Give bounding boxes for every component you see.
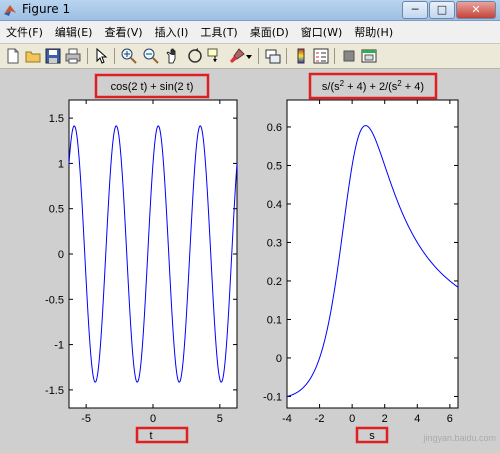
toolbar-separator [87,48,88,64]
y-tick-label: 0.2 [267,276,282,288]
menu-edit[interactable]: 编辑(E) [49,24,99,40]
toolbar-separator [286,48,287,64]
pan-hand-icon[interactable] [164,47,182,65]
axes-left-xlabel: t [149,430,152,442]
zoom-in-icon[interactable] [120,47,138,65]
y-tick-label: 0.1 [267,314,282,326]
menu-bar: 文件(F) 编辑(E) 查看(V) 插入(I) 工具(T) 桌面(D) 窗口(W… [0,21,500,44]
y-tick-label: -1 [54,340,64,352]
title-part: s/(s [322,81,340,93]
axes-left[interactable]: -1.5 -1 -0.5 0 0.5 1 1.5 -5 0 5 cos(2 t) + sin(2… [45,73,238,444]
matlab-logo-icon [4,5,16,16]
menu-help[interactable]: 帮助(H) [348,24,399,40]
maximize-button[interactable]: □ [429,1,455,19]
x-tick-label: 0 [150,413,156,425]
y-tick-label: -1.5 [45,385,64,397]
rotate-3d-icon[interactable] [186,47,204,65]
toolbar-separator [334,48,335,64]
close-button[interactable]: ✕ [456,1,496,19]
x-tick-label: 5 [217,413,223,425]
menu-desktop[interactable]: 桌面(D) [244,24,295,40]
axes-right-title: s/(s2 + 4) + 2/(s2 + 4) [322,79,424,93]
figure-svg: -1.5 -1 -0.5 0 0.5 1 1.5 -5 0 5 cos(2 t) + sin(2… [45,72,496,444]
y-tick-label: 0.4 [267,199,282,211]
window-titlebar: Figure 1 ─ □ ✕ [0,0,500,21]
hide-plot-tools-icon[interactable] [340,47,358,65]
data-cursor-icon[interactable] [206,47,224,65]
toolbar-separator [114,48,115,64]
y-tick-label: 1.5 [49,113,64,125]
axes-right[interactable]: -0.1 0 0.1 0.2 0.3 0.4 0.5 0.6 -4 -2 0 2 4 6 s/(s2 +… [263,72,459,444]
x-tick-label: 2 [382,413,388,425]
highlight-box-left-xlabel [135,426,189,444]
menu-tools[interactable]: 工具(T) [194,24,243,40]
x-tick-label: -5 [81,413,91,425]
y-tick-label: 0 [58,249,64,261]
y-tick-label: -0.1 [263,391,282,403]
title-part: + 4) + 2/(s [344,81,398,93]
x-tick-label: 4 [414,413,420,425]
show-plot-tools-icon[interactable] [360,47,378,65]
x-tick-label: -4 [282,413,292,425]
arrow-pointer-icon[interactable] [92,47,110,65]
figure-toolbar [0,44,500,69]
legend-icon[interactable] [312,47,330,65]
zoom-out-icon[interactable] [142,47,160,65]
menu-insert[interactable]: 插入(I) [149,24,195,40]
toolbar-separator [258,48,259,64]
window-title: Figure 1 [22,2,71,16]
y-tick-label: 0.5 [49,204,64,216]
dropdown-arrow-icon[interactable] [244,47,254,65]
axes-right-box [286,99,459,409]
title-part: + 4) [402,81,424,93]
print-icon[interactable] [64,47,82,65]
x-tick-label: -2 [315,413,325,425]
x-tick-label: 6 [447,413,453,425]
menu-file[interactable]: 文件(F) [0,24,49,40]
link-plot-icon[interactable] [264,47,282,65]
menu-window[interactable]: 窗口(W) [295,24,348,40]
y-tick-label: 0 [276,353,282,365]
new-file-icon[interactable] [4,47,22,65]
save-icon[interactable] [44,47,62,65]
figure-canvas: -1.5 -1 -0.5 0 0.5 1 1.5 -5 0 5 cos(2 t) + sin(2… [0,69,500,450]
y-tick-label: 1 [58,158,64,170]
menu-view[interactable]: 查看(V) [98,24,148,40]
y-tick-label: 0.6 [267,122,282,134]
axes-right-xlabel: s [369,430,375,442]
axes-left-box [68,99,238,409]
axes-left-title: cos(2 t) + sin(2 t) [111,81,194,93]
y-tick-label: -0.5 [45,294,64,306]
y-tick-label: 0.5 [267,160,282,172]
y-tick-label: 0.3 [267,237,282,249]
watermark-text: jingyan.baidu.com [422,433,496,443]
colorbar-icon[interactable] [292,47,310,65]
minimize-button[interactable]: ─ [402,1,428,19]
open-folder-icon[interactable] [24,47,42,65]
x-tick-label: 0 [349,413,355,425]
